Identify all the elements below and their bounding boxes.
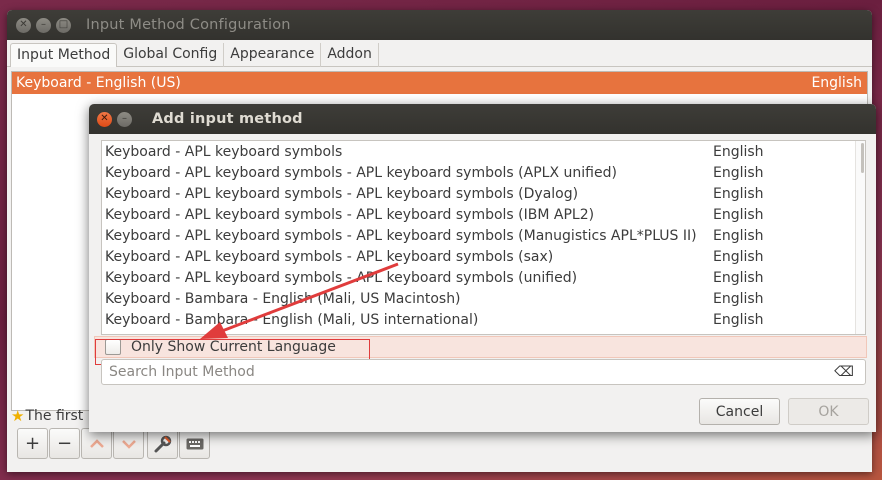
main-titlebar: ✕ – □ Input Method Configuration: [7, 10, 872, 40]
list-item-name: Keyboard - Bambara - English (Mali, US i…: [105, 311, 479, 328]
move-down-button[interactable]: [113, 428, 144, 459]
dialog-title: Add input method: [152, 111, 303, 127]
list-item-lang: English: [713, 290, 764, 307]
list-item-name: Keyboard - English (US): [16, 75, 181, 91]
list-item-lang: English: [713, 248, 764, 265]
chevron-up-icon: [89, 438, 104, 448]
window-title: Input Method Configuration: [86, 17, 291, 33]
tab-addon[interactable]: Addon: [321, 43, 379, 67]
scrollbar-thumb[interactable]: [861, 143, 864, 173]
star-icon: ★: [11, 407, 25, 425]
list-item-lang: English: [811, 75, 862, 91]
move-up-button[interactable]: [81, 428, 112, 459]
list-item[interactable]: Keyboard - APL keyboard symbols - APL ke…: [102, 204, 865, 225]
minimize-icon[interactable]: –: [36, 17, 51, 33]
list-item-lang: English: [713, 227, 764, 244]
remove-button[interactable]: −: [49, 428, 80, 459]
add-input-method-dialog: ✕ – Add input method Keyboard - APL keyb…: [89, 104, 876, 432]
list-item-lang: English: [713, 164, 764, 181]
add-button[interactable]: +: [17, 428, 48, 459]
list-item-lang: English: [713, 143, 764, 160]
list-item-name: Keyboard - APL keyboard symbols - APL ke…: [105, 206, 595, 223]
chevron-down-icon: [121, 439, 136, 449]
list-item-name: Keyboard - Bambara - English (Mali, US M…: [105, 290, 461, 307]
clear-icon[interactable]: ⌫: [834, 364, 854, 380]
only-show-checkbox[interactable]: [105, 339, 121, 355]
list-item-name: Keyboard - APL keyboard symbols: [105, 143, 343, 160]
dialog-titlebar: ✕ – Add input method: [89, 104, 876, 134]
keyboard-icon: [186, 438, 203, 449]
list-item-lang: English: [713, 185, 764, 202]
wrench-icon: [154, 435, 171, 452]
list-item-lang: English: [713, 206, 764, 223]
list-item-name: Keyboard - APL keyboard symbols - APL ke…: [105, 248, 554, 265]
list-item[interactable]: Keyboard - APL keyboard symbols English: [102, 141, 865, 162]
list-item-lang: English: [713, 269, 764, 286]
minimize-icon[interactable]: –: [117, 111, 132, 127]
plus-icon: +: [24, 433, 41, 454]
available-methods-list[interactable]: Keyboard - APL keyboard symbols English …: [101, 140, 866, 335]
cancel-button[interactable]: Cancel: [699, 398, 780, 425]
toolbar: + −: [17, 428, 210, 460]
list-item[interactable]: Keyboard - APL keyboard symbols - APL ke…: [102, 162, 865, 183]
tab-bar: Input Method Global Config Appearance Ad…: [7, 40, 872, 67]
list-item-name: Keyboard - APL keyboard symbols - APL ke…: [105, 185, 579, 202]
list-item-name: Keyboard - APL keyboard symbols - APL ke…: [105, 269, 578, 286]
configure-button[interactable]: [147, 428, 178, 459]
list-item[interactable]: Keyboard - English (US) English: [12, 72, 867, 94]
only-show-label[interactable]: Only Show Current Language: [131, 339, 336, 355]
list-item-name: Keyboard - APL keyboard symbols - APL ke…: [105, 227, 697, 244]
list-item-lang: English: [713, 311, 764, 328]
list-item[interactable]: Keyboard - APL keyboard symbols - APL ke…: [102, 246, 865, 267]
keyboard-layout-button[interactable]: [179, 428, 210, 459]
minus-icon: −: [56, 433, 73, 454]
list-item[interactable]: Keyboard - APL keyboard symbols - APL ke…: [102, 183, 865, 204]
tab-input-method[interactable]: Input Method: [10, 43, 118, 67]
close-icon[interactable]: ✕: [97, 111, 112, 127]
close-icon[interactable]: ✕: [16, 17, 31, 33]
only-show-current-language-row[interactable]: Only Show Current Language: [94, 336, 867, 358]
list-item[interactable]: Keyboard - APL keyboard symbols - APL ke…: [102, 267, 865, 288]
maximize-icon[interactable]: □: [56, 17, 71, 33]
list-item[interactable]: Keyboard - Bambara - English (Mali, US M…: [102, 288, 865, 309]
search-input[interactable]: [109, 364, 809, 380]
scrollbar[interactable]: [855, 141, 865, 334]
search-field[interactable]: ⌫: [101, 359, 866, 385]
list-item-name: Keyboard - APL keyboard symbols - APL ke…: [105, 164, 617, 181]
first-msg-text: The first: [25, 408, 84, 424]
tab-global-config[interactable]: Global Config: [117, 43, 225, 67]
tab-appearance[interactable]: Appearance: [224, 43, 322, 67]
ok-button[interactable]: OK: [788, 398, 869, 425]
first-msg: ★ The first: [11, 407, 83, 425]
list-item[interactable]: Keyboard - APL keyboard symbols - APL ke…: [102, 225, 865, 246]
list-item[interactable]: Keyboard - Bambara - English (Mali, US i…: [102, 309, 865, 330]
